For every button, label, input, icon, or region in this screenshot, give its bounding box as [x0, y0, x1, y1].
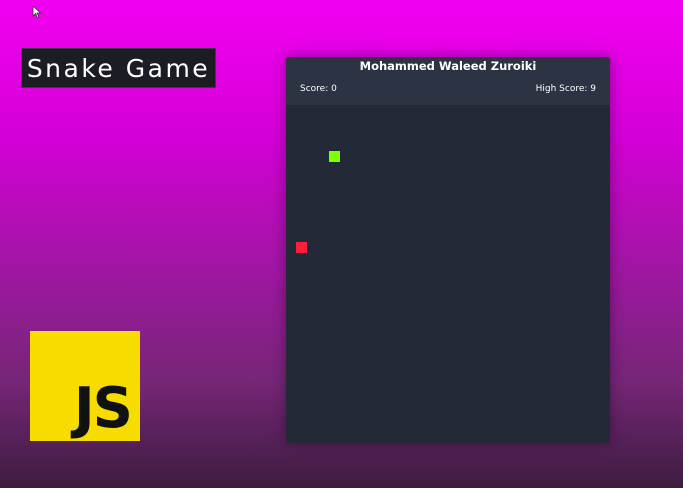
game-header: Mohammed Waleed Zuroiki Score: 0 High Sc…	[286, 57, 610, 105]
page-title: Snake Game	[26, 53, 211, 83]
game-board[interactable]	[286, 105, 610, 443]
page-title-box: Snake Game	[21, 48, 216, 88]
game-window: Mohammed Waleed Zuroiki Score: 0 High Sc…	[286, 57, 610, 443]
javascript-logo-text: JS	[73, 376, 133, 441]
high-score-label: High Score: 9	[535, 84, 596, 94]
javascript-logo: JS	[30, 331, 140, 441]
food-item	[296, 242, 307, 253]
player-name: Mohammed Waleed Zuroiki	[359, 59, 537, 73]
snake-head	[329, 151, 340, 162]
score-label: Score: 0	[300, 84, 337, 94]
mouse-pointer-icon	[32, 5, 42, 19]
